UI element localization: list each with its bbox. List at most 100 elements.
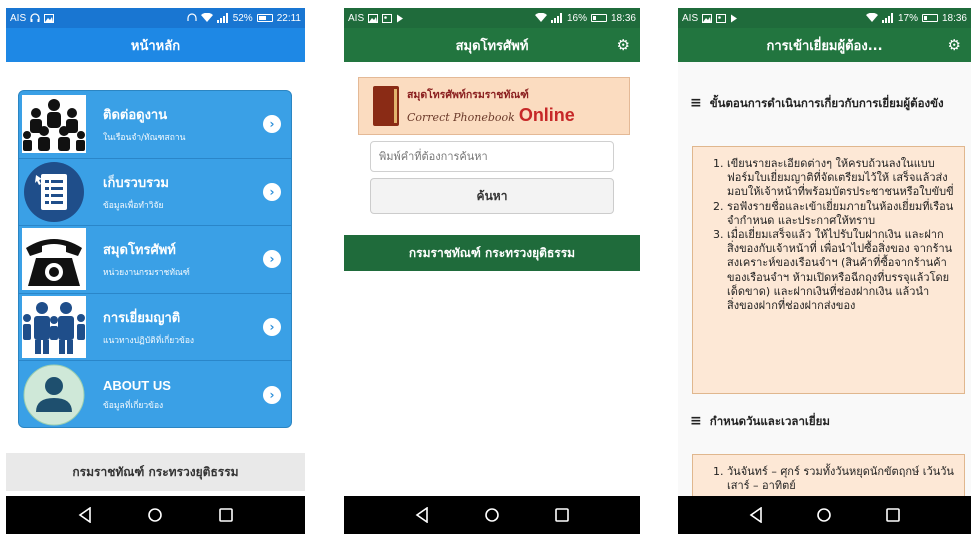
section-title: ขั้นตอนการดำเนินการเกี่ยวกับการเยี่ยมผู้…	[709, 96, 944, 110]
main-menu: ติดต่อดูงาน ในเรือนจำ/ทัณฑสถาน › เก็บรวบ…	[18, 90, 292, 428]
signal-icon	[881, 13, 893, 23]
wifi-icon	[865, 13, 878, 22]
wifi-icon	[200, 13, 213, 22]
back-icon[interactable]	[78, 507, 92, 523]
procedure-panel: เขียนรายละเอียดต่างๆ ให้ครบถ้วนลงในแบบฟอ…	[692, 146, 965, 394]
phonebook-banner: สมุดโทรศัพท์กรมราชทัณฑ์ Correct Phoneboo…	[358, 77, 630, 135]
app-bar: การเข้าเยี่ยมผู้ต้อง... ⚙	[678, 28, 971, 62]
procedure-list: เขียนรายละเอียดต่างๆ ให้ครบถ้วนลงในแบบฟอ…	[711, 157, 956, 313]
menu-item-research[interactable]: เก็บรวบรวม ข้อมูลเพื่อทำวิจัย ›	[19, 158, 291, 226]
menu-item-phonebook[interactable]: สมุดโทรศัพท์ หน่วยงานกรมราชทัณฑ์ ›	[19, 226, 291, 294]
content-scroll-area[interactable]: ≡ ขั้นตอนการดำเนินการเกี่ยวกับการเยี่ยมผ…	[678, 62, 971, 496]
app-bar: สมุดโทรศัพท์ ⚙	[344, 28, 640, 62]
headset-icon	[30, 13, 40, 22]
menu-subtitle: ข้อมูลที่เกี่ยวข้อง	[103, 400, 164, 411]
banner-online-label: Online	[518, 105, 575, 125]
status-bar: AIS 17% 18:36	[678, 8, 971, 28]
page-title: สมุดโทรศัพท์	[455, 38, 529, 54]
menu-text: การเยี่ยมญาติ แนวทางปฏิบัติที่เกี่ยวข้อง	[89, 307, 263, 347]
recents-icon[interactable]	[886, 508, 900, 522]
signal-icon	[550, 13, 562, 23]
menu-text: เก็บรวบรวม ข้อมูลเพื่อทำวิจัย	[89, 172, 263, 212]
chevron-right-icon: ›	[263, 182, 281, 201]
image-notification-icon	[44, 13, 55, 23]
battery-icon	[256, 14, 273, 22]
battery-percent: 17%	[897, 12, 918, 24]
menu-title: เก็บรวบรวม	[103, 174, 169, 190]
status-bar: AIS 16% 18:36	[344, 8, 640, 28]
telephone-icon	[19, 226, 89, 293]
gear-icon[interactable]: ⚙	[948, 36, 961, 54]
page-title: หน้าหลัก	[130, 38, 181, 54]
signal-icon	[216, 13, 228, 23]
chevron-right-icon: ›	[263, 317, 281, 336]
page-title: การเข้าเยี่ยมผู้ต้อง...	[766, 38, 883, 54]
menu-icon: ≡	[690, 413, 702, 429]
banner-thai-title: สมุดโทรศัพท์กรมราชทัณฑ์	[407, 89, 529, 101]
battery-percent: 16%	[566, 12, 587, 24]
search-input[interactable]	[370, 141, 614, 172]
menu-text: ติดต่อดูงาน ในเรือนจำ/ทัณฑสถาน	[89, 104, 263, 144]
gallery-icon	[382, 13, 393, 23]
app-bar: หน้าหลัก	[6, 28, 305, 62]
banner-script-title: Correct Phonebook	[407, 111, 515, 124]
gallery-icon	[716, 13, 727, 23]
footer-label: กรมราชทัณฑ์ กระทรวงยุติธรรม	[344, 235, 640, 271]
clock: 18:36	[941, 12, 967, 24]
section-heading-procedure: ≡ ขั้นตอนการดำเนินการเกี่ยวกับการเยี่ยมผ…	[690, 96, 958, 111]
menu-subtitle: แนวทางปฏิบัติที่เกี่ยวข้อง	[103, 335, 195, 346]
chevron-right-icon: ›	[263, 115, 281, 134]
home-icon[interactable]	[147, 507, 163, 523]
list-item: วันจันทร์ – ศุกร์ รวมทั้งวันหยุดนักขัตฤก…	[727, 465, 956, 493]
android-nav-bar	[6, 496, 305, 534]
list-item: รอฟังรายชื่อและเข้าเยี่ยมภายในห้องเยี่ยม…	[727, 200, 956, 228]
menu-subtitle: หน่วยงานกรมราชทัณฑ์	[103, 268, 190, 279]
menu-subtitle: ข้อมูลเพื่อทำวิจัย	[103, 200, 164, 211]
home-icon[interactable]	[484, 507, 500, 523]
android-nav-bar	[678, 496, 971, 534]
image-notification-icon	[702, 13, 713, 23]
menu-icon: ≡	[690, 95, 702, 111]
recents-icon[interactable]	[554, 508, 569, 522]
clock: 22:11	[276, 12, 301, 24]
document-list-icon	[19, 158, 89, 225]
menu-text: ABOUT US ข้อมูลที่เกี่ยวข้อง	[89, 378, 263, 412]
menu-title: การเยี่ยมญาติ	[103, 309, 181, 325]
chevron-right-icon: ›	[263, 250, 281, 269]
carrier-label: AIS	[10, 12, 27, 24]
phone-screen-home: AIS 52% 22:11 หน้าหลัก ติดต่อดูงาน ในเรื…	[6, 8, 305, 534]
battery-percent: 52%	[232, 12, 253, 24]
chevron-right-icon: ›	[263, 385, 281, 404]
search-button[interactable]: ค้นหา	[370, 178, 614, 214]
list-item: เขียนรายละเอียดต่างๆ ให้ครบถ้วนลงในแบบฟอ…	[727, 157, 956, 200]
back-icon[interactable]	[749, 507, 763, 523]
menu-item-visit-work[interactable]: ติดต่อดูงาน ในเรือนจำ/ทัณฑสถาน ›	[19, 91, 291, 159]
back-icon[interactable]	[415, 507, 429, 523]
people-group-icon	[19, 91, 89, 158]
section-title: กำหนดวันและเวลาเยี่ยม	[709, 414, 830, 428]
battery-icon	[590, 14, 607, 22]
headphones-icon	[187, 13, 197, 21]
status-bar: AIS 52% 22:11	[6, 8, 305, 28]
carrier-label: AIS	[348, 12, 365, 24]
schedule-panel: วันจันทร์ – ศุกร์ รวมทั้งวันหยุดนักขัตฤก…	[692, 454, 965, 496]
menu-subtitle: ในเรือนจำ/ทัณฑสถาน	[103, 133, 186, 144]
wifi-icon	[534, 13, 547, 22]
menu-title: ABOUT US	[103, 377, 171, 393]
recents-icon[interactable]	[219, 508, 233, 522]
menu-item-visit-relative[interactable]: การเยี่ยมญาติ แนวทางปฏิบัติที่เกี่ยวข้อง…	[19, 293, 291, 361]
gear-icon[interactable]: ⚙	[617, 36, 630, 54]
phone-screen-visit-info: AIS 17% 18:36 การเข้าเยี่ยมผู้ต้อง... ⚙ …	[678, 8, 971, 534]
menu-title: ติดต่อดูงาน	[103, 107, 168, 123]
menu-item-about-us[interactable]: ABOUT US ข้อมูลที่เกี่ยวข้อง ›	[19, 361, 291, 429]
android-nav-bar	[344, 496, 640, 534]
family-icon	[19, 293, 89, 360]
user-icon	[19, 361, 89, 428]
section-heading-schedule: ≡ กำหนดวันและเวลาเยี่ยม	[690, 414, 830, 429]
book-icon	[373, 86, 399, 126]
home-icon[interactable]	[816, 507, 832, 523]
image-notification-icon	[368, 13, 379, 23]
menu-text: สมุดโทรศัพท์ หน่วยงานกรมราชทัณฑ์	[89, 239, 263, 279]
menu-title: สมุดโทรศัพท์	[103, 242, 176, 258]
battery-icon	[921, 14, 938, 22]
